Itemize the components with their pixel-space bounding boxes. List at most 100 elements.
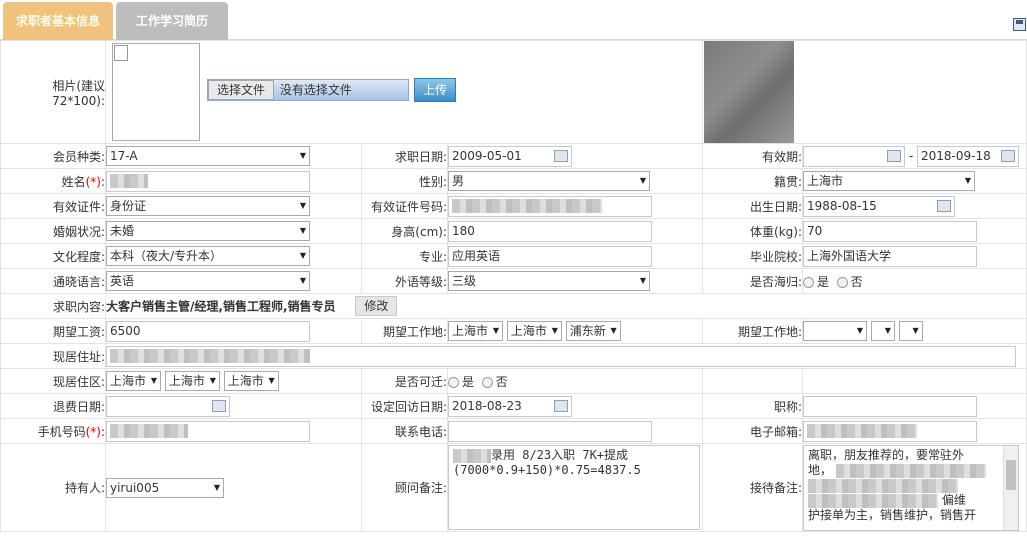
- returnee-yes-label: 是: [817, 274, 830, 289]
- tab-work-history[interactable]: 工作学习简历: [116, 2, 228, 40]
- language-label: 通晓语言:: [0, 268, 106, 294]
- no-file-text: 没有选择文件: [279, 83, 352, 97]
- education-select[interactable]: 本科（夜大/专升本）: [106, 246, 310, 266]
- redacted-text: [453, 448, 491, 463]
- gender-label: 性别:: [361, 168, 448, 194]
- language-select[interactable]: 英语: [106, 271, 310, 291]
- edit-job-content-button[interactable]: 修改: [355, 296, 398, 316]
- apply-date-input[interactable]: 2009-05-01: [448, 145, 572, 167]
- height-label: 身高(cm):: [361, 218, 448, 244]
- major-label: 专业:: [361, 243, 448, 269]
- visit-date-input[interactable]: 2018-08-23: [448, 395, 572, 417]
- broken-image-icon: [114, 45, 128, 61]
- work-city-select[interactable]: 上海市: [506, 321, 562, 341]
- refund-date-input[interactable]: [106, 395, 230, 417]
- live-area-label: 现居住区:: [0, 368, 106, 394]
- id-type-label: 有效证件:: [0, 193, 106, 219]
- redacted-text: [808, 493, 939, 508]
- work2-city-select[interactable]: [870, 321, 895, 341]
- school-input[interactable]: 上海外国语大学: [803, 245, 978, 267]
- valid-to-input[interactable]: 2018-09-18: [917, 145, 1020, 167]
- photo-frame: [112, 43, 200, 141]
- height-input[interactable]: 180: [448, 220, 652, 242]
- member-type-select[interactable]: 17-A: [106, 146, 310, 166]
- applicant-form: 相片(建议72*100): 选择文件 没有选择文件 上传 会员种类: 17-A …: [0, 40, 1027, 532]
- required-mark: (*): [85, 424, 101, 439]
- calendar-icon[interactable]: [554, 149, 568, 162]
- returnee-yes-radio[interactable]: [803, 276, 815, 288]
- id-number-input[interactable]: [448, 195, 652, 217]
- work-province-select[interactable]: 上海市: [448, 321, 504, 341]
- redacted-text: [808, 478, 959, 493]
- phone-input[interactable]: [448, 420, 652, 442]
- relocate-label: 是否可迁:: [361, 368, 448, 394]
- returnee-no-radio[interactable]: [836, 276, 848, 288]
- birth-date-label: 出生日期:: [702, 193, 804, 219]
- work2-district-select[interactable]: [898, 321, 923, 341]
- photo-preview: [704, 41, 795, 143]
- title-input[interactable]: [803, 395, 978, 417]
- tab-basic-info[interactable]: 求职者基本信息: [3, 2, 113, 40]
- title-label: 职称:: [702, 393, 804, 419]
- native-select[interactable]: 上海市: [803, 171, 976, 191]
- relocate-no-radio[interactable]: [481, 376, 493, 388]
- native-label: 籍贯:: [702, 168, 804, 194]
- redacted-text: [807, 424, 918, 438]
- required-mark: (*): [85, 174, 101, 189]
- relocate-yes-label: 是: [462, 374, 475, 389]
- date-separator: -: [908, 148, 914, 163]
- calendar-icon[interactable]: [887, 149, 902, 162]
- phone-label: 联系电话:: [361, 418, 448, 444]
- calendar-icon[interactable]: [554, 399, 568, 412]
- visit-date-label: 设定回访日期:: [361, 393, 448, 419]
- apply-date-label: 求职日期:: [361, 143, 448, 169]
- job-content-label: 求职内容:: [0, 293, 106, 319]
- weight-input[interactable]: 70: [803, 220, 978, 242]
- work-place2-label: 期望工作地:: [702, 318, 804, 344]
- work2-province-select[interactable]: [803, 321, 868, 341]
- name-label: 姓名(*):: [0, 168, 106, 194]
- marital-select[interactable]: 未婚: [106, 221, 310, 241]
- calendar-icon[interactable]: [212, 399, 226, 412]
- live-province-select[interactable]: 上海市: [106, 371, 162, 391]
- gender-select[interactable]: 男: [448, 171, 650, 191]
- relocate-no-label: 否: [495, 374, 508, 389]
- mobile-input[interactable]: [106, 420, 310, 442]
- live-district-select[interactable]: 上海市: [223, 371, 279, 391]
- refund-date-label: 退费日期:: [0, 393, 106, 419]
- language-level-select[interactable]: 三级: [448, 271, 650, 291]
- textarea-scrollbar[interactable]: [1003, 446, 1019, 530]
- redacted-text: [836, 463, 987, 478]
- returnee-no-label: 否: [850, 274, 863, 289]
- salary-input[interactable]: 6500: [106, 320, 310, 342]
- school-label: 毕业院校:: [702, 243, 804, 269]
- job-content-value: 大客户销售主管/经理,销售工程师,销售专员: [106, 299, 336, 314]
- email-input[interactable]: [803, 420, 978, 442]
- address-input[interactable]: [106, 345, 1016, 367]
- choose-file-button[interactable]: 选择文件: [208, 80, 275, 100]
- redacted-text: [110, 174, 148, 188]
- reception-note-textarea[interactable]: 离职，朋友推荐的，要常驻外 地， 偏维 护接单为主，销售维护，销售开: [803, 445, 1020, 531]
- live-city-select[interactable]: 上海市: [164, 371, 220, 391]
- upload-button[interactable]: 上传: [414, 78, 457, 102]
- name-input[interactable]: [106, 170, 310, 192]
- calendar-icon[interactable]: [937, 199, 952, 212]
- relocate-yes-radio[interactable]: [448, 376, 459, 388]
- save-icon[interactable]: [1013, 18, 1026, 31]
- photo-label: 相片(建议72*100):: [0, 40, 106, 144]
- calendar-icon[interactable]: [1001, 149, 1016, 162]
- email-label: 电子邮箱:: [702, 418, 804, 444]
- birth-date-input[interactable]: 1988-08-15: [803, 195, 956, 217]
- id-type-select[interactable]: 身份证: [106, 196, 310, 216]
- major-input[interactable]: 应用英语: [448, 245, 652, 267]
- advisor-note-textarea[interactable]: 录用 8/23入职 7K+提成 (7000*0.9+150)*0.75=4837…: [448, 445, 700, 530]
- reception-note-label: 接待备注:: [702, 443, 804, 532]
- work-district-select[interactable]: 浦东新: [565, 321, 621, 341]
- valid-from-input[interactable]: [803, 145, 906, 167]
- valid-period-label: 有效期:: [702, 143, 804, 169]
- file-picker[interactable]: 选择文件 没有选择文件: [207, 79, 409, 101]
- redacted-text: [110, 424, 188, 438]
- work-place-label: 期望工作地:: [361, 318, 448, 344]
- owner-select[interactable]: yirui005: [106, 477, 224, 498]
- redacted-text: [110, 349, 310, 363]
